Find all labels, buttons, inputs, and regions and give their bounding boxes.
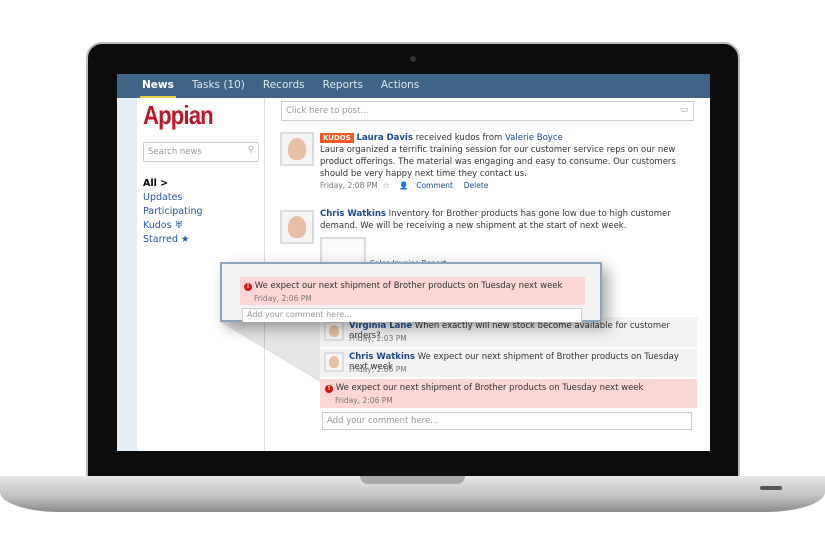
filter-starred[interactable]: Starred ★	[143, 234, 189, 245]
verb: received kudos from	[415, 133, 503, 143]
avatar[interactable]	[280, 132, 314, 166]
feed-item: KUDOS Laura Davis received kudos from Va…	[320, 132, 700, 192]
tab-tasks[interactable]: Tasks (10)	[183, 74, 254, 98]
speech-bubble-icon: ▭	[679, 105, 688, 115]
author-link[interactable]: Virginia Lane	[349, 321, 412, 331]
post-text: Laura organized a terrific training sess…	[320, 145, 676, 179]
error-comment-zoomed: ! We expect our next shipment of Brother…	[240, 277, 585, 305]
from-link[interactable]: Valerie Boyce	[505, 133, 563, 143]
timestamp: Friday, 2:06 PM	[349, 365, 407, 374]
avatar-face	[288, 216, 306, 238]
avatar[interactable]	[280, 210, 314, 244]
error-icon: !	[325, 385, 333, 393]
search-input[interactable]: Search news ⚲	[143, 142, 259, 162]
timestamp: Friday, 2:06 PM	[335, 396, 393, 405]
camera	[410, 56, 416, 62]
error-icon: !	[244, 283, 252, 291]
top-nav: News Tasks (10) Records Reports Actions	[117, 74, 710, 98]
feed-item: Chris Watkins Inventory for Brother prod…	[320, 208, 690, 232]
avatar-face	[329, 325, 339, 337]
user-icon[interactable]: 👤	[399, 181, 413, 190]
error-text: We expect our next shipment of Brother p…	[254, 281, 563, 291]
error-comment: ! We expect our next shipment of Brother…	[320, 379, 697, 408]
tab-news[interactable]: News	[133, 74, 183, 98]
filter-kudos[interactable]: Kudos ♅	[143, 220, 183, 231]
filter-all[interactable]: All >	[143, 178, 168, 189]
zoom-callout: ! We expect our next shipment of Brother…	[220, 262, 602, 322]
timestamp: Friday, 2:03 PM	[349, 334, 407, 343]
post-input[interactable]: Click here to post... ▭	[281, 101, 694, 121]
filter-updates[interactable]: Updates	[143, 192, 182, 203]
timestamp: Friday, 2:08 PM	[320, 181, 378, 190]
timestamp: Friday, 2:06 PM	[254, 294, 312, 303]
add-comment-input-zoomed[interactable]: Add your comment here...	[242, 308, 582, 322]
author-link[interactable]: Chris Watkins	[349, 352, 415, 362]
filter-participating[interactable]: Participating	[143, 206, 203, 217]
tab-reports[interactable]: Reports	[314, 74, 372, 98]
avatar-face	[288, 138, 306, 160]
search-placeholder: Search news	[148, 147, 202, 157]
tab-actions[interactable]: Actions	[372, 74, 428, 98]
comment: Chris Watkins We expect our next shipmen…	[320, 349, 697, 377]
avatar[interactable]	[324, 352, 344, 372]
search-icon[interactable]: ⚲	[248, 145, 254, 155]
avatar-face	[329, 356, 339, 368]
author-link[interactable]: Laura Davis	[357, 133, 413, 143]
star-icon[interactable]: ☆	[380, 181, 396, 190]
appian-logo: Appian	[143, 100, 214, 130]
author-link[interactable]: Chris Watkins	[320, 209, 386, 219]
laptop-indicator	[760, 486, 782, 490]
laptop-notch	[360, 476, 465, 484]
tab-records[interactable]: Records	[254, 74, 314, 98]
add-comment-input[interactable]: Add your comment here...	[322, 412, 692, 430]
zoom-callout-shadow	[220, 322, 320, 382]
error-text: We expect our next shipment of Brother p…	[335, 383, 644, 393]
kudos-badge: KUDOS	[320, 133, 354, 143]
delete-link[interactable]: Delete	[464, 181, 489, 190]
avatar[interactable]	[324, 321, 344, 341]
left-strip	[117, 98, 137, 451]
comment-link[interactable]: Comment	[416, 181, 453, 190]
post-placeholder: Click here to post...	[286, 106, 369, 116]
